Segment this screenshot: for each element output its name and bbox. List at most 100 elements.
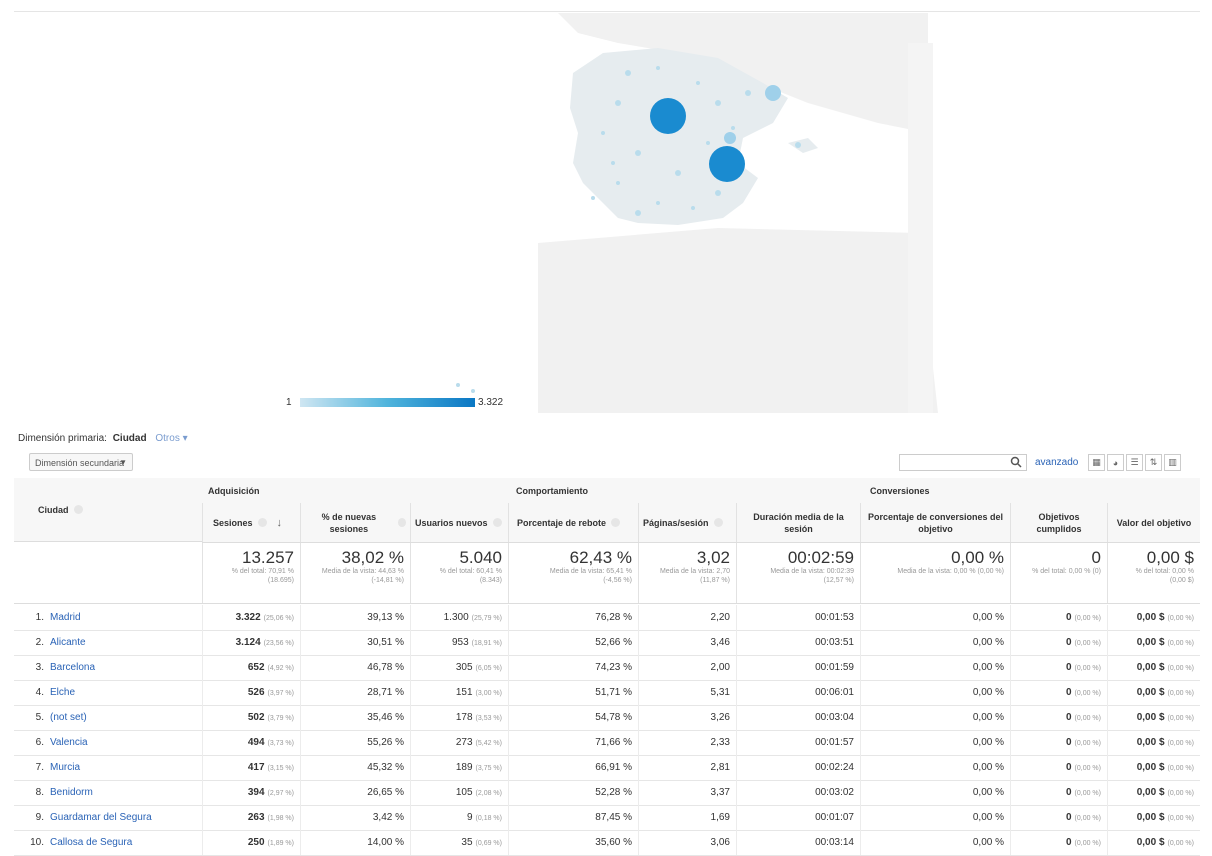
group-acquisition: Adquisición bbox=[208, 486, 260, 496]
madrid-bubble bbox=[650, 98, 686, 134]
cell-value: 0,00 $ (0,00 %) bbox=[1107, 630, 1200, 655]
row-number: 1. bbox=[35, 612, 44, 623]
comparison-view-icon[interactable]: ⇅ bbox=[1145, 454, 1162, 471]
city-link[interactable]: Murcia bbox=[50, 762, 80, 773]
new-users-pct: (18,91 %) bbox=[471, 640, 502, 647]
column-header-bounce[interactable]: Porcentaje de rebote bbox=[508, 503, 638, 542]
cell-duration: 00:03:02 bbox=[736, 780, 860, 805]
table-view-icon[interactable]: ▦ bbox=[1088, 454, 1105, 471]
goals-pct: (0,00 %) bbox=[1074, 815, 1101, 822]
primary-dimension-value[interactable]: Ciudad bbox=[113, 433, 147, 444]
cell-goals: 0 (0,00 %) bbox=[1010, 830, 1107, 855]
goals-pct: (0,00 %) bbox=[1074, 715, 1101, 722]
city-link[interactable]: Madrid bbox=[50, 612, 81, 623]
column-header-new-users[interactable]: Usuarios nuevos bbox=[410, 503, 508, 542]
table-search[interactable] bbox=[899, 454, 1027, 471]
sessions-value: 502 bbox=[247, 712, 265, 723]
cell-new-sessions: 3,42 % bbox=[300, 805, 410, 830]
goals-pct: (0,00 %) bbox=[1074, 790, 1101, 797]
sort-desc-icon[interactable]: ↓ bbox=[277, 517, 283, 529]
map-svg bbox=[18, 13, 1198, 413]
primary-dimension-row: Dimensión primaria: Ciudad Otros ▾ bbox=[18, 433, 188, 444]
pivot-view-icon[interactable]: ▥ bbox=[1164, 454, 1181, 471]
total-goals: 0% del total: 0,00 % (0) bbox=[1010, 543, 1107, 603]
search-input[interactable] bbox=[900, 455, 1006, 469]
goals-pct: (0,00 %) bbox=[1074, 690, 1101, 697]
group-header-row: Adquisición Comportamiento Conversiones bbox=[202, 478, 1200, 504]
cell-city: 10. Callosa de Segura bbox=[14, 830, 202, 855]
cell-sessions: 394 (2,97 %) bbox=[202, 780, 300, 805]
barcelona-bubble bbox=[765, 85, 781, 101]
cell-goals: 0 (0,00 %) bbox=[1010, 605, 1107, 630]
cell-sessions: 250 (1,89 %) bbox=[202, 830, 300, 855]
goal-value: 0,00 $ bbox=[1136, 637, 1165, 648]
sessions-value: 494 bbox=[247, 737, 265, 748]
bounce-value: 35,60 % bbox=[595, 837, 632, 848]
new-users-pct: (5,42 %) bbox=[475, 740, 502, 747]
goal-value-pct: (0,00 %) bbox=[1167, 715, 1194, 722]
goals-value: 0 bbox=[1065, 712, 1072, 723]
column-header-new-sessions[interactable]: % de nuevas sesiones bbox=[300, 503, 410, 542]
row-number: 5. bbox=[35, 712, 44, 723]
advanced-link[interactable]: avanzado bbox=[1035, 457, 1078, 468]
geo-map[interactable] bbox=[18, 13, 1198, 413]
city-link[interactable]: (not set) bbox=[50, 712, 87, 723]
goals-pct: (0,00 %) bbox=[1074, 665, 1101, 672]
goal-value: 0,00 $ bbox=[1136, 712, 1165, 723]
city-link[interactable]: Barcelona bbox=[50, 662, 95, 673]
city-link[interactable]: Benidorm bbox=[50, 787, 93, 798]
cell-conv: 0,00 % bbox=[860, 680, 1010, 705]
new-sessions-value: 46,78 % bbox=[367, 662, 404, 673]
secondary-dimension-button[interactable]: Dimensión secundaria ▼ bbox=[29, 453, 133, 471]
new-users-pct: (25,79 %) bbox=[471, 615, 502, 622]
sessions-value: 3.322 bbox=[235, 612, 261, 623]
city-link[interactable]: Callosa de Segura bbox=[50, 837, 132, 848]
city-link[interactable]: Valencia bbox=[50, 737, 88, 748]
cell-pages: 2,33 bbox=[638, 730, 736, 755]
sessions-pct: (3,15 %) bbox=[267, 765, 294, 772]
cell-new-users: 305 (6,05 %) bbox=[410, 655, 508, 680]
column-header-goal-value[interactable]: Valor del objetivo bbox=[1107, 503, 1200, 542]
other-dimension-link[interactable]: Otros ▾ bbox=[155, 433, 187, 444]
cell-sessions: 494 (3,73 %) bbox=[202, 730, 300, 755]
goals-pct: (0,00 %) bbox=[1074, 840, 1101, 847]
conv-value: 0,00 % bbox=[972, 787, 1004, 798]
cell-duration: 00:06:01 bbox=[736, 680, 860, 705]
column-header-goals[interactable]: Objetivos cumplidos bbox=[1010, 503, 1107, 542]
pie-view-icon[interactable]: ◕ bbox=[1107, 454, 1124, 471]
column-header-city[interactable]: Ciudad bbox=[14, 478, 202, 542]
conv-value: 0,00 % bbox=[972, 737, 1004, 748]
city-link[interactable]: Guardamar del Segura bbox=[50, 812, 152, 823]
cell-new-sessions: 45,32 % bbox=[300, 755, 410, 780]
cell-bounce: 52,66 % bbox=[508, 630, 638, 655]
goal-value-pct: (0,00 %) bbox=[1167, 765, 1194, 772]
new-users-pct: (3,53 %) bbox=[475, 715, 502, 722]
goal-value-pct: (0,00 %) bbox=[1167, 815, 1194, 822]
new-users-pct: (0,69 %) bbox=[475, 840, 502, 847]
new-sessions-value: 45,32 % bbox=[367, 762, 404, 773]
city-link[interactable]: Alicante bbox=[50, 637, 86, 648]
column-header-pages[interactable]: Páginas/sesión bbox=[638, 503, 736, 542]
column-header-duration[interactable]: Duración media de la sesión bbox=[736, 503, 860, 542]
column-header-sessions[interactable]: Sesiones ↓ bbox=[202, 503, 300, 542]
goal-value-pct: (0,00 %) bbox=[1167, 840, 1194, 847]
new-users-pct: (2,08 %) bbox=[475, 790, 502, 797]
bounce-value: 52,66 % bbox=[595, 637, 632, 648]
cell-bounce: 35,60 % bbox=[508, 830, 638, 855]
column-header-conversion-rate[interactable]: Porcentaje de conversiones del objetivo bbox=[860, 503, 1010, 542]
cell-duration: 00:01:59 bbox=[736, 655, 860, 680]
cell-new-sessions: 30,51 % bbox=[300, 630, 410, 655]
search-icon[interactable] bbox=[1010, 456, 1022, 468]
city-link[interactable]: Elche bbox=[50, 687, 75, 698]
cell-value: 0,00 $ (0,00 %) bbox=[1107, 730, 1200, 755]
goal-value: 0,00 $ bbox=[1136, 787, 1165, 798]
new-sessions-value: 55,26 % bbox=[367, 737, 404, 748]
new-users-value: 953 bbox=[451, 637, 469, 648]
goals-pct: (0,00 %) bbox=[1074, 740, 1101, 747]
cell-goals: 0 (0,00 %) bbox=[1010, 730, 1107, 755]
conv-value: 0,00 % bbox=[972, 837, 1004, 848]
performance-view-icon[interactable]: ☰ bbox=[1126, 454, 1143, 471]
table-row: 2. Alicante 3.124 (23,56 %) 30,51 % 953 (18,91… bbox=[14, 630, 1200, 656]
goal-value-pct: (0,00 %) bbox=[1167, 615, 1194, 622]
goals-value: 0 bbox=[1065, 637, 1072, 648]
